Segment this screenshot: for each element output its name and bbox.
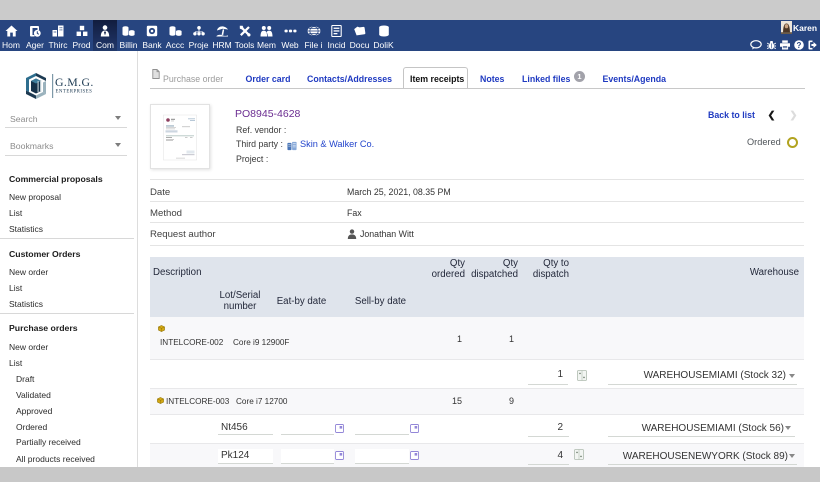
- svg-text:G.M.G.: G.M.G.: [55, 75, 94, 89]
- svg-text:?: ?: [797, 41, 802, 50]
- svg-text:ENTERPRISES: ENTERPRISES: [56, 89, 93, 94]
